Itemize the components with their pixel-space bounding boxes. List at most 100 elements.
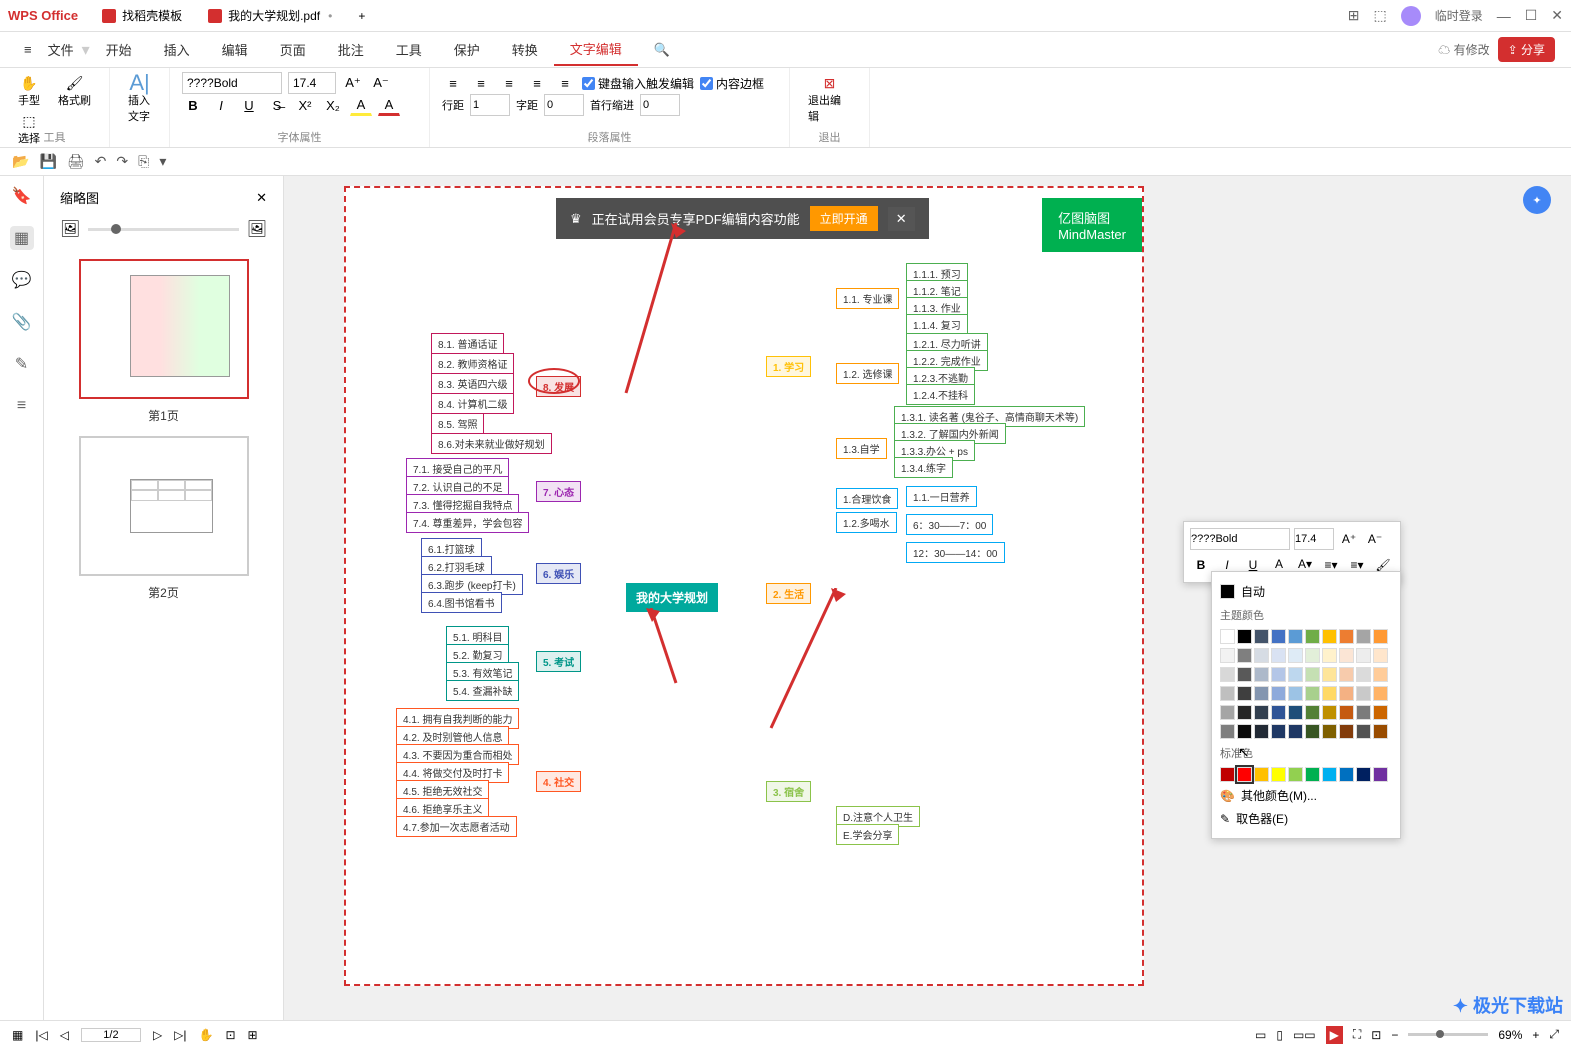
font-size-select[interactable] (288, 72, 336, 94)
color-swatch[interactable] (1237, 648, 1252, 663)
color-swatch[interactable] (1373, 629, 1388, 644)
color-swatch[interactable] (1237, 667, 1252, 682)
first-page-icon[interactable]: |◁ (35, 1028, 47, 1042)
auto-color-option[interactable]: 自动 (1220, 580, 1392, 603)
color-swatch[interactable] (1305, 629, 1320, 644)
color-swatch[interactable] (1305, 686, 1320, 701)
color-swatch[interactable] (1356, 724, 1371, 739)
mindmap-node[interactable]: 3. 宿舍 (766, 781, 811, 802)
color-swatch[interactable] (1237, 724, 1252, 739)
mindmap-node[interactable]: 8.2. 教师资格证 (431, 353, 514, 374)
color-swatch[interactable] (1339, 705, 1354, 720)
color-swatch[interactable] (1288, 629, 1303, 644)
tab-templates[interactable]: 找稻壳模板 (90, 3, 194, 28)
color-swatch[interactable] (1220, 724, 1235, 739)
mindmap-node[interactable]: 1.2.多喝水 (836, 512, 897, 533)
mindmap-node[interactable]: 1.1.4. 复习 (906, 314, 968, 335)
exit-edit-button[interactable]: ⊠退出编辑 (802, 72, 857, 126)
color-swatch[interactable] (1373, 667, 1388, 682)
fit-icon[interactable]: ⊡ (1371, 1028, 1381, 1042)
color-swatch[interactable] (1288, 767, 1303, 782)
float-font-select[interactable] (1190, 528, 1290, 550)
color-swatch[interactable] (1288, 686, 1303, 701)
fit-page-icon[interactable]: ⊞ (248, 1028, 258, 1042)
indent-input[interactable] (640, 94, 680, 116)
attachment-icon[interactable]: 📎 (10, 310, 34, 334)
menu-edit[interactable]: 编辑 (206, 34, 264, 65)
color-swatch[interactable] (1305, 724, 1320, 739)
color-swatch[interactable] (1373, 686, 1388, 701)
color-swatch[interactable] (1254, 629, 1269, 644)
expand-icon[interactable]: ⤢ (1549, 1027, 1559, 1042)
more-icon[interactable]: ▾ (159, 153, 166, 170)
thumbnail-page-2[interactable]: 第2页 (52, 436, 275, 601)
undo-icon[interactable]: ↶ (95, 153, 107, 170)
color-swatch[interactable] (1237, 767, 1252, 782)
keyboard-edit-checkbox[interactable]: 键盘输入触发编辑 (582, 75, 694, 92)
zoom-out-icon[interactable]: − (1391, 1028, 1398, 1042)
color-swatch[interactable] (1373, 767, 1388, 782)
color-swatch[interactable] (1322, 724, 1337, 739)
color-swatch[interactable] (1271, 667, 1286, 682)
close-window-icon[interactable]: ✕ (1551, 7, 1563, 24)
fit-width-icon[interactable]: ⊡ (225, 1028, 235, 1042)
mindmap-node[interactable]: 8.1. 普通话证 (431, 333, 504, 354)
mindmap-node[interactable]: 2. 生活 (766, 583, 811, 604)
color-swatch[interactable] (1356, 629, 1371, 644)
menu-page[interactable]: 页面 (264, 34, 322, 65)
color-swatch[interactable] (1373, 648, 1388, 663)
last-page-icon[interactable]: ▷| (174, 1028, 186, 1042)
superscript-button[interactable]: X² (294, 94, 316, 116)
document-canvas[interactable]: ✦ ♛ 正在试用会员专享PDF编辑内容功能 立即开通 ✕ 亿图脑图MindMas… (284, 176, 1571, 1028)
mindmap-node[interactable]: 7.4. 尊重差异，学会包容 (406, 512, 529, 533)
bold-button[interactable]: B (182, 94, 204, 116)
signature-icon[interactable]: ✎ (10, 352, 34, 376)
color-swatch[interactable] (1373, 705, 1388, 720)
color-swatch[interactable] (1322, 686, 1337, 701)
view-spread-icon[interactable]: ▭▭ (1293, 1028, 1316, 1042)
color-swatch[interactable] (1237, 629, 1252, 644)
color-swatch[interactable] (1339, 667, 1354, 682)
mindmap-node[interactable]: 8.4. 计算机二级 (431, 393, 514, 414)
mindmap-node[interactable]: 6. 娱乐 (536, 563, 581, 584)
color-swatch[interactable] (1356, 705, 1371, 720)
mindmap-node[interactable]: 5. 考试 (536, 651, 581, 672)
menu-protect[interactable]: 保护 (438, 34, 496, 65)
color-swatch[interactable] (1237, 705, 1252, 720)
mindmap-node[interactable]: 1.1.一日营养 (906, 486, 977, 507)
color-swatch[interactable] (1322, 648, 1337, 663)
mindmap-node[interactable]: 6.4.图书馆看书 (421, 592, 502, 613)
color-swatch[interactable] (1254, 667, 1269, 682)
maximize-icon[interactable]: ☐ (1525, 7, 1538, 24)
mindmap-node[interactable]: 1.3.4.练字 (894, 457, 953, 478)
align-center-icon[interactable]: ≡ (470, 72, 492, 94)
color-swatch[interactable] (1271, 629, 1286, 644)
mindmap-node[interactable]: 8.6.对未来就业做好规划 (431, 433, 552, 454)
minimize-icon[interactable]: — (1497, 8, 1511, 24)
hand-icon[interactable]: ✋ (199, 1028, 214, 1042)
highlight-button[interactable]: A (350, 94, 372, 116)
bookmark-icon[interactable]: 🔖 (10, 184, 34, 208)
mindmap-node[interactable]: 1.1. 专业课 (836, 288, 899, 309)
thumbnail-page-1[interactable]: 第1页 (52, 259, 275, 424)
mindmap-node[interactable]: 7. 心态 (536, 481, 581, 502)
increase-font-icon[interactable]: A⁺ (342, 72, 364, 94)
color-swatch[interactable] (1288, 667, 1303, 682)
new-tab-button[interactable]: + (346, 5, 377, 27)
color-swatch[interactable] (1305, 767, 1320, 782)
insert-text-button[interactable]: A|插入文字 (122, 72, 157, 126)
color-swatch[interactable] (1288, 705, 1303, 720)
float-increase-font-icon[interactable]: A⁺ (1338, 528, 1360, 550)
center-node[interactable]: 我的大学规划 (626, 583, 718, 612)
tab-document[interactable]: 我的大学规划.pdf • (196, 3, 344, 28)
eyedropper-option[interactable]: ✎ 取色器(E) (1220, 807, 1392, 830)
font-family-select[interactable] (182, 72, 282, 94)
comment-icon[interactable]: 💬 (10, 268, 34, 292)
color-swatch[interactable] (1356, 667, 1371, 682)
color-swatch[interactable] (1322, 705, 1337, 720)
color-swatch[interactable] (1237, 686, 1252, 701)
zoom-in-icon[interactable]: + (1532, 1028, 1539, 1042)
color-swatch[interactable] (1339, 767, 1354, 782)
color-swatch[interactable] (1271, 686, 1286, 701)
color-swatch[interactable] (1339, 686, 1354, 701)
